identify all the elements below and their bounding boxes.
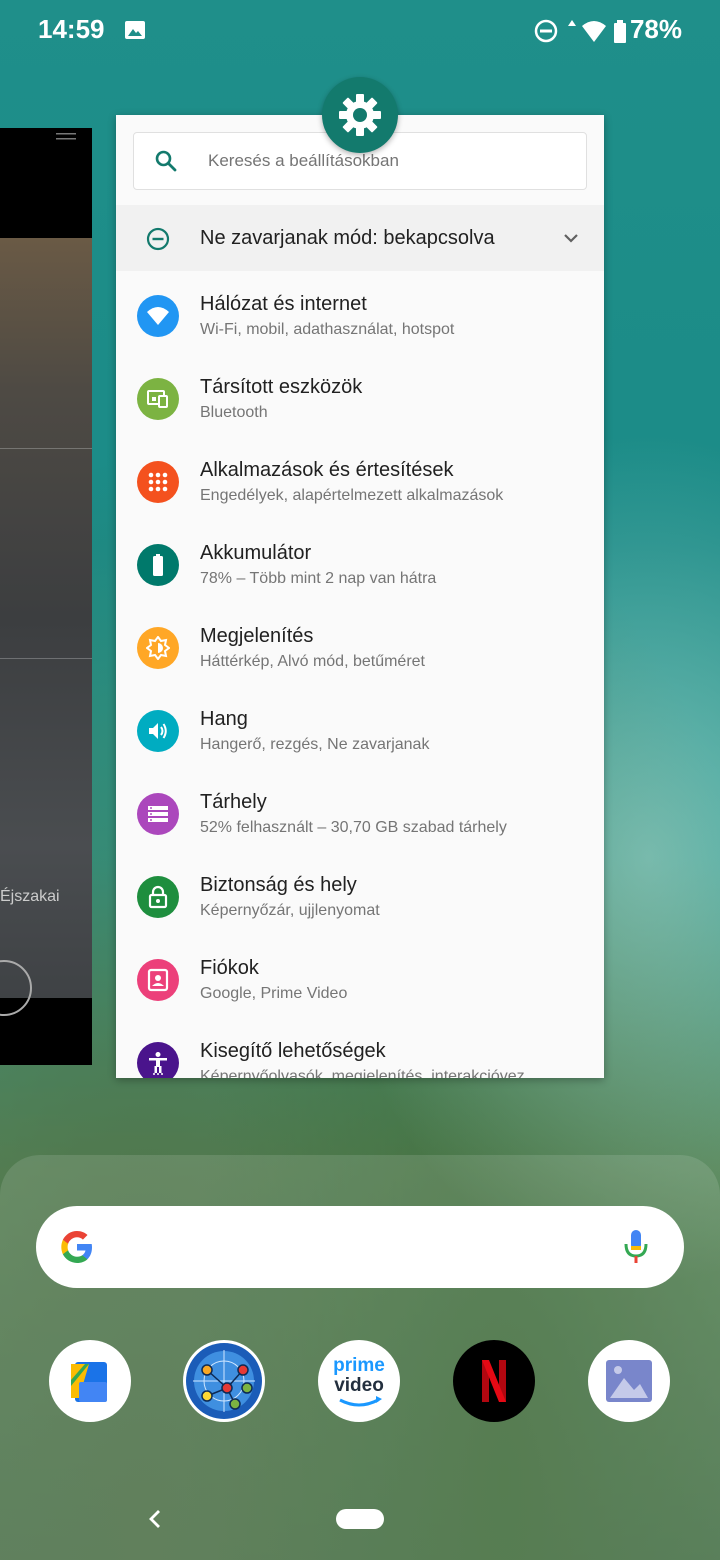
apps-grid-icon <box>137 461 179 503</box>
dnd-suggestion-row[interactable]: Ne zavarjanak mód: bekapcsolva <box>116 205 604 271</box>
battery-icon <box>137 544 179 586</box>
menu-icon <box>56 133 76 140</box>
settings-item-sound[interactable]: Hang Hangerő, rezgés, Ne zavarjanak <box>116 690 604 773</box>
volume-icon <box>137 710 179 752</box>
settings-item-title: Megjelenítés <box>200 625 314 647</box>
divider <box>0 658 92 659</box>
google-logo-icon <box>61 1231 92 1263</box>
microphone-icon[interactable] <box>622 1228 650 1266</box>
wifi-icon <box>137 295 179 337</box>
settings-item-network[interactable]: Hálózat és internet Wi-Fi, mobil, adatha… <box>116 275 604 358</box>
lock-icon <box>137 876 179 918</box>
settings-item-subtitle: Bluetooth <box>200 404 268 421</box>
battery-icon <box>614 20 626 43</box>
search-icon <box>155 150 177 172</box>
settings-item-subtitle: Engedélyek, alapértelmezett alkalmazások <box>200 487 504 504</box>
settings-item-storage[interactable]: Tárhely 52% felhasznált – 30,70 GB szaba… <box>116 773 604 856</box>
settings-item-security[interactable]: Biztonság és hely Képernyőzár, ujjlenyom… <box>116 856 604 939</box>
recent-app-card-left[interactable]: Éjszakai <box>0 128 92 1065</box>
back-icon[interactable] <box>146 1508 166 1530</box>
photo-preview <box>0 238 92 998</box>
files-app-icon[interactable] <box>49 1340 131 1422</box>
battery-percent: 78% <box>629 14 682 44</box>
settings-item-title: Társított eszközök <box>200 376 363 398</box>
search-placeholder: Keresés a beállításokban <box>208 151 399 170</box>
google-search-bar[interactable] <box>36 1206 684 1288</box>
do-not-disturb-icon <box>146 227 170 251</box>
do-not-disturb-icon <box>534 19 558 43</box>
settings-item-subtitle: Hangerő, rezgés, Ne zavarjanak <box>200 736 430 753</box>
divider <box>0 448 92 449</box>
dnd-label: Ne zavarjanak mód: bekapcsolva <box>200 227 495 249</box>
settings-item-subtitle: Képernyőzár, ujjlenyomat <box>200 902 380 919</box>
account-icon <box>137 959 179 1001</box>
status-time: 14:59 <box>38 14 105 44</box>
status-bar: 14:59 78% <box>0 0 720 60</box>
gallery-app-icon[interactable] <box>588 1340 670 1422</box>
settings-item-title: Kisegítő lehetőségek <box>200 1040 386 1062</box>
settings-item-subtitle: Google, Prime Video <box>200 985 348 1002</box>
settings-item-apps[interactable]: Alkalmazások és értesítések Engedélyek, … <box>116 441 604 524</box>
settings-item-connected-devices[interactable]: Társított eszközök Bluetooth <box>116 358 604 441</box>
settings-item-title: Alkalmazások és értesítések <box>200 459 454 481</box>
wifi-icon <box>582 21 606 42</box>
status-icons <box>534 19 626 43</box>
devices-icon <box>137 378 179 420</box>
settings-item-title: Tárhely <box>200 791 267 813</box>
settings-item-subtitle: Wi-Fi, mobil, adathasználat, hotspot <box>200 321 455 338</box>
settings-item-title: Biztonság és hely <box>200 874 357 896</box>
settings-item-subtitle: 52% felhasznált – 30,70 GB szabad tárhel… <box>200 819 507 836</box>
settings-item-title: Akkumulátor <box>200 542 312 564</box>
settings-app-card[interactable]: Keresés a beállításokban Ne zavarjanak m… <box>116 115 604 1078</box>
settings-item-title: Hang <box>200 708 248 730</box>
settings-app-icon[interactable] <box>322 77 398 153</box>
brightness-icon <box>137 627 179 669</box>
gear-icon <box>339 94 381 136</box>
smile-arrow-icon <box>339 1396 382 1407</box>
network-app-icon[interactable] <box>183 1340 265 1422</box>
prime-video-app-icon[interactable]: prime video <box>318 1340 400 1422</box>
settings-item-title: Fiókok <box>200 957 259 979</box>
accessibility-icon <box>137 1042 179 1078</box>
settings-item-subtitle: 78% – Több mint 2 nap van hátra <box>200 570 437 587</box>
storage-icon <box>137 793 179 835</box>
chevron-down-icon[interactable] <box>562 231 580 245</box>
settings-item-battery[interactable]: Akkumulátor 78% – Több mint 2 nap van há… <box>116 524 604 607</box>
night-mode-label: Éjszakai <box>0 888 60 905</box>
settings-item-accounts[interactable]: Fiókok Google, Prime Video <box>116 939 604 1022</box>
home-button[interactable] <box>336 1509 384 1529</box>
netflix-app-icon[interactable] <box>453 1340 535 1422</box>
settings-item-display[interactable]: Megjelenítés Háttérkép, Alvó mód, betűmé… <box>116 607 604 690</box>
settings-item-subtitle: Képernyőolvasók, megjelenítés, interakci… <box>200 1068 525 1078</box>
settings-item-subtitle: Háttérkép, Alvó mód, betűméret <box>200 653 425 670</box>
settings-item-title: Hálózat és internet <box>200 293 367 315</box>
settings-item-accessibility[interactable]: Kisegítő lehetőségek Képernyőolvasók, me… <box>116 1022 604 1078</box>
image-icon <box>125 21 145 39</box>
